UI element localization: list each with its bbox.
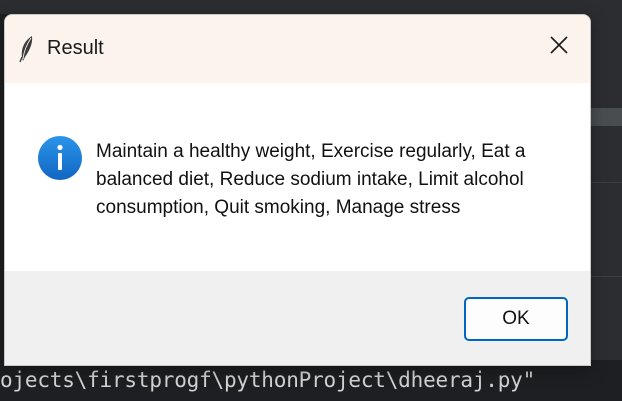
ide-divider [588,276,622,277]
terminal-output-line: ojects\firstprogf\pythonProject\dheeraj.… [0,368,536,392]
ide-scroll-strip [588,108,622,126]
close-icon [550,35,568,59]
feather-icon [18,35,36,63]
close-button[interactable] [535,25,583,69]
ide-right-panel [588,14,622,374]
result-dialog: Result Maintain a healthy weight, Exerci… [4,14,591,366]
ide-top-bar [0,0,622,14]
dialog-content: Maintain a healthy weight, Exercise regu… [5,83,590,271]
dialog-titlebar[interactable]: Result [5,15,590,83]
ok-button[interactable]: OK [464,297,568,341]
dialog-message: Maintain a healthy weight, Exercise regu… [96,141,526,218]
info-icon [37,135,83,181]
ide-divider [588,182,622,183]
dialog-title: Result [47,37,104,59]
